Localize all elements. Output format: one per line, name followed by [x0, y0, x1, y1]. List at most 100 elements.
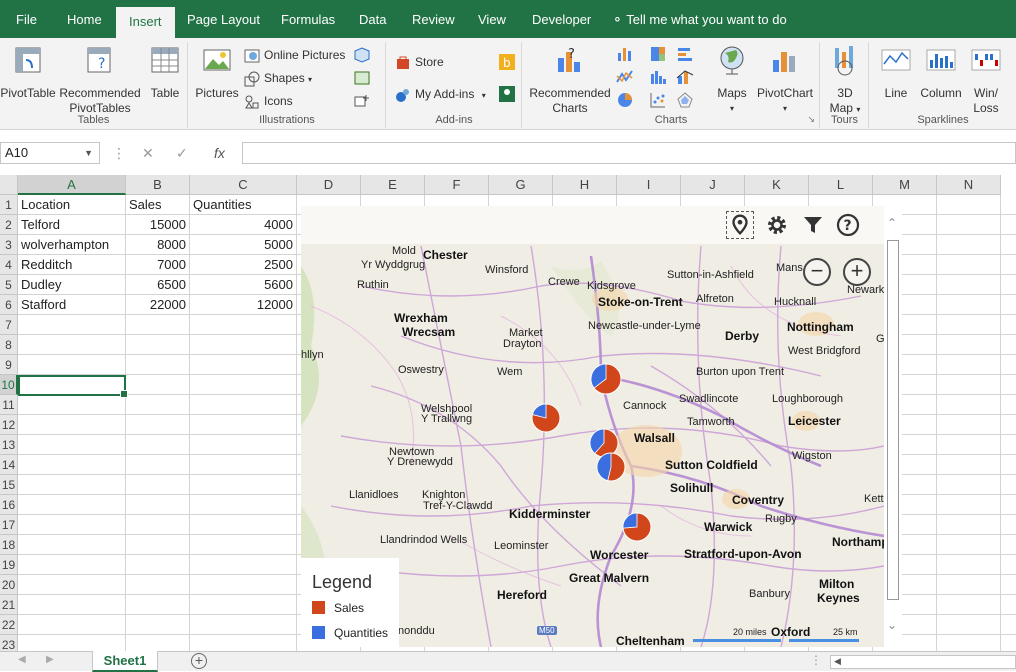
statistic-chart-icon[interactable] — [649, 68, 667, 86]
sparkline-winloss-button[interactable]: Win/ Loss — [968, 44, 1004, 116]
sales-cell[interactable]: 8000 — [126, 235, 189, 255]
row-header-5[interactable]: 5 — [0, 275, 18, 295]
row-header-6[interactable]: 6 — [0, 295, 18, 315]
recommended-pivottables-button[interactable]: ? Recommended PivotTables — [58, 44, 142, 116]
row-header-21[interactable]: 21 — [0, 595, 18, 615]
row-header-8[interactable]: 8 — [0, 335, 18, 355]
enter-icon[interactable]: ✓ — [176, 142, 188, 164]
quantities-cell[interactable]: 5600 — [190, 275, 296, 295]
cancel-icon[interactable]: ✕ — [142, 142, 154, 164]
column-header-j[interactable]: J — [681, 175, 745, 195]
row-header-7[interactable]: 7 — [0, 315, 18, 335]
tab-developer[interactable]: Developer — [528, 0, 595, 38]
tab-review[interactable]: Review — [408, 0, 459, 38]
location-cell[interactable]: wolverhampton — [18, 235, 125, 255]
shapes-button[interactable]: Shapes ▾ — [244, 68, 312, 88]
tab-data[interactable]: Data — [355, 0, 390, 38]
location-cell[interactable]: Dudley — [18, 275, 125, 295]
smartart-icon[interactable] — [353, 69, 371, 87]
3d-map-button[interactable]: 3D Map ▾ — [825, 44, 865, 117]
sheet-tab-sheet1[interactable]: Sheet1 — [92, 651, 158, 672]
quantities-cell[interactable]: 5000 — [190, 235, 296, 255]
pie-slice-quantities[interactable] — [622, 512, 638, 529]
add-sheet-button[interactable]: + — [191, 653, 207, 669]
online-pictures-button[interactable]: Online Pictures — [244, 45, 345, 65]
row-header-1[interactable]: 1 — [0, 195, 18, 215]
select-all-button[interactable] — [0, 175, 18, 195]
my-addins-button[interactable]: My Add-ins ▾ — [395, 84, 486, 104]
row-header-17[interactable]: 17 — [0, 515, 18, 535]
row-header-19[interactable]: 19 — [0, 555, 18, 575]
pie-telford[interactable] — [531, 403, 561, 433]
column-header-k[interactable]: K — [745, 175, 809, 195]
column-chart-icon[interactable] — [616, 45, 634, 63]
pictures-button[interactable]: Pictures — [193, 44, 241, 101]
column-header-e[interactable]: E — [361, 175, 425, 195]
pie-dudley[interactable] — [596, 452, 626, 482]
row-header-10[interactable]: 10 — [0, 375, 18, 395]
bing-icon[interactable]: b — [498, 53, 516, 71]
sparkline-line-button[interactable]: Line — [876, 44, 916, 101]
column-header-a[interactable]: A — [18, 175, 126, 195]
row-header-2[interactable]: 2 — [0, 215, 18, 235]
map-scrollbar[interactable]: ⌃ ⌄ — [884, 206, 902, 647]
sales-cell[interactable]: 7000 — [126, 255, 189, 275]
tab-view[interactable]: View — [474, 0, 510, 38]
pie-stafford[interactable] — [590, 363, 622, 395]
row-header-14[interactable]: 14 — [0, 455, 18, 475]
table-button[interactable]: Table — [145, 44, 185, 101]
insert-function-button[interactable]: fx — [214, 142, 225, 164]
scroll-thumb[interactable] — [887, 240, 899, 600]
row-header-13[interactable]: 13 — [0, 435, 18, 455]
name-box[interactable]: A10 ▼ — [0, 142, 100, 164]
column-header-d[interactable]: D — [297, 175, 361, 195]
recommended-charts-button[interactable]: ? Recommended Charts — [527, 44, 613, 116]
tell-me-box[interactable]: ⚬ Tell me what you want to do — [612, 0, 787, 38]
3d-models-icon[interactable] — [353, 46, 371, 64]
dialog-launcher-icon[interactable]: ↘ — [807, 114, 815, 125]
pie-slice-quantities[interactable] — [596, 452, 612, 482]
horizontal-scrollbar[interactable]: ◀ — [830, 655, 1016, 669]
column-header-m[interactable]: M — [873, 175, 937, 195]
column-header-n[interactable]: N — [937, 175, 1001, 195]
tab-page-layout[interactable]: Page Layout — [183, 0, 264, 38]
quantities-cell[interactable]: 2500 — [190, 255, 296, 275]
people-graph-icon[interactable] — [498, 85, 516, 103]
map-chart[interactable]: Mold Yr Wyddgrug Chester Ruthin Winsford Crew… — [301, 206, 884, 647]
line-chart-icon[interactable] — [616, 68, 634, 86]
row-header-9[interactable]: 9 — [0, 355, 18, 375]
header-cell[interactable]: Quantities — [190, 195, 296, 215]
row-header-15[interactable]: 15 — [0, 475, 18, 495]
pie-chart-icon[interactable] — [616, 91, 634, 109]
sales-cell[interactable]: 6500 — [126, 275, 189, 295]
row-header-12[interactable]: 12 — [0, 415, 18, 435]
column-header-b[interactable]: B — [126, 175, 190, 195]
scroll-left-icon[interactable]: ◀ — [834, 656, 841, 667]
header-cell[interactable]: Location — [18, 195, 125, 215]
store-button[interactable]: Store — [395, 52, 444, 72]
pivotchart-button[interactable]: PivotChart ▾ — [753, 44, 817, 116]
tab-formulas[interactable]: Formulas — [277, 0, 339, 38]
next-sheet-icon[interactable]: ▶ — [46, 654, 54, 665]
location-cell[interactable]: Stafford — [18, 295, 125, 315]
row-header-18[interactable]: 18 — [0, 535, 18, 555]
sales-cell[interactable]: 15000 — [126, 215, 189, 235]
location-cell[interactable]: Telford — [18, 215, 125, 235]
screenshot-icon[interactable] — [353, 92, 371, 110]
maps-button[interactable]: Maps ▾ — [712, 44, 752, 116]
quantities-cell[interactable]: 4000 — [190, 215, 296, 235]
prev-sheet-icon[interactable]: ◀ — [18, 654, 26, 665]
formula-input[interactable] — [242, 142, 1016, 164]
row-header-3[interactable]: 3 — [0, 235, 18, 255]
gear-icon[interactable] — [763, 211, 791, 239]
pivottable-button[interactable]: PivotTable — [0, 44, 56, 101]
tab-home[interactable]: Home — [63, 0, 106, 38]
column-header-f[interactable]: F — [425, 175, 489, 195]
scatter-chart-icon[interactable] — [649, 91, 667, 109]
hierarchy-chart-icon[interactable] — [649, 45, 667, 63]
icons-button[interactable]: Icons — [244, 91, 293, 111]
zoom-out-button[interactable]: − — [803, 258, 831, 286]
pie-redditch[interactable] — [622, 512, 652, 542]
bar-chart-icon[interactable] — [676, 45, 694, 63]
sparkline-column-button[interactable]: Column — [918, 44, 964, 101]
